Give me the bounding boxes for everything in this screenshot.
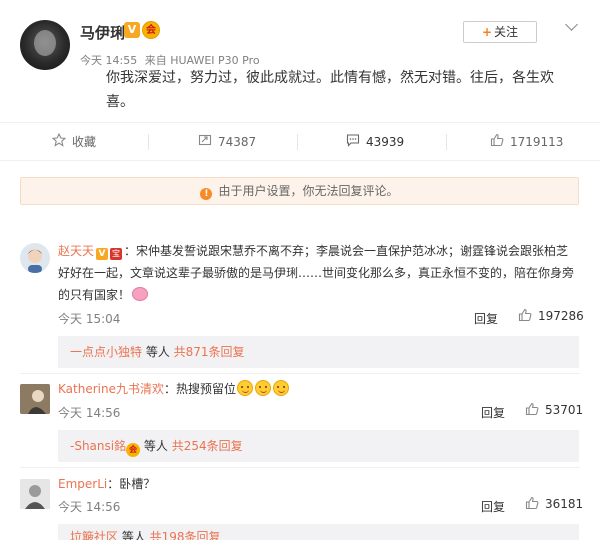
reply-button[interactable]: 回复 [481,404,505,421]
like-button[interactable]: 1719113 [490,123,563,161]
comment-body: Katherine九书清欢：热搜预留位 [58,378,580,400]
verified-icon: V [124,22,140,38]
thumbs-up-icon [518,308,532,325]
comment-like-count: 36181 [545,497,584,511]
comment-like-button[interactable]: 53701 [525,402,583,419]
sub-reply-mid: 等人 [142,345,174,359]
pig-emoji-icon [132,287,149,301]
sub-reply-user[interactable]: 垃簸社区 [70,530,118,540]
reply-restricted-notice: ! 由于用户设置，你无法回复评论。 [20,177,579,205]
sub-reply-mid: 等人 [140,439,172,453]
thumbs-up-icon [525,496,539,513]
commenter-avatar[interactable] [20,384,50,414]
sub-replies[interactable]: 垃簸社区 等人 共198条回复 [58,524,579,540]
like-count: 1719113 [510,135,564,149]
reply-button[interactable]: 回复 [481,498,505,515]
commenter-name[interactable]: Katherine九书清欢 [58,382,164,396]
comment-time: 今天 14:56 [58,500,121,514]
commenter-name[interactable]: EmperLi [58,477,107,491]
repost-icon [198,124,212,162]
divider [148,134,149,150]
divider [446,134,447,150]
favorite-button[interactable]: 收藏 [51,123,97,162]
comment-body: 赵天天 V 宝：宋仲基发誓说跟宋慧乔不离不弃；李晨说会一直保护范冰冰；谢霆锋说会跟张… [58,240,580,306]
smile-emoji-icon [254,380,271,396]
divider [297,134,298,150]
sub-replies[interactable]: -Shansi銘会 等人 共254条回复 [58,430,579,462]
comment-like-count: 197286 [538,309,584,323]
more-replies-link[interactable]: 共871条回复 [174,345,245,359]
comment-divider [20,373,580,374]
notice-text: 由于用户设置，你无法回复评论。 [218,184,399,198]
info-icon: ! [200,188,213,200]
comment-body: EmperLi：卧槽？ [58,473,580,495]
sub-reply-user[interactable]: 一点点小独特 [70,345,142,359]
comment-like-button[interactable]: 197286 [518,308,584,325]
author-avatar[interactable] [20,20,70,70]
comment-text: ：卧槽？ [107,477,156,491]
sub-replies[interactable]: 一点点小独特 等人 共871条回复 [58,336,579,368]
member-badge-icon: 会 [126,443,141,457]
thumbs-up-icon [525,402,539,419]
comment-time: 今天 14:56 [58,406,121,420]
favorite-label: 收藏 [72,135,97,149]
verified-icon: V [96,248,109,260]
member-badge-icon: 会 [142,21,160,39]
commenter-avatar[interactable] [20,479,50,509]
more-replies-link[interactable]: 共198条回复 [150,530,221,540]
sub-reply-user[interactable]: -Shansi銘 [70,439,126,453]
post-text: 你我深爱过，努力过，彼此成就过。此情有憾，然无对错。往后，各生欢喜。 [106,70,554,110]
weibo-post: 马伊琍 V 会 今天 14:55 来自 HUAWEI P30 Pro + 关注 你… [0,0,600,122]
chevron-down-icon[interactable] [566,20,578,32]
repost-button[interactable]: 74387 [198,123,256,161]
smile-emoji-icon [272,380,289,396]
action-bar: 收藏 74387 43939 1719113 [0,122,600,160]
comment-time: 今天 15:04 [58,312,121,326]
member-tag-icon: 宝 [110,248,123,260]
comment-icon [346,124,360,162]
comment-count: 43939 [366,135,405,149]
more-replies-link[interactable]: 共254条回复 [172,439,243,453]
star-icon [51,124,67,162]
reply-button[interactable]: 回复 [474,310,498,327]
smile-emoji-icon [236,380,253,396]
comment-like-count: 53701 [545,403,584,417]
plus-icon: + [481,25,493,39]
comment-like-button[interactable]: 36181 [525,496,583,513]
comment-divider [20,467,580,468]
author-name[interactable]: 马伊琍 [80,22,125,43]
follow-button[interactable]: + 关注 [463,21,537,43]
comment-button[interactable]: 43939 [346,123,404,161]
follow-label: 关注 [494,25,519,39]
comment-text: ：热搜预留位 [163,382,236,396]
thumbs-up-icon [490,124,504,162]
repost-count: 74387 [218,135,257,149]
sub-reply-mid: 等人 [118,530,150,540]
commenter-name[interactable]: 赵天天 [58,244,94,258]
commenter-avatar[interactable] [20,243,50,273]
